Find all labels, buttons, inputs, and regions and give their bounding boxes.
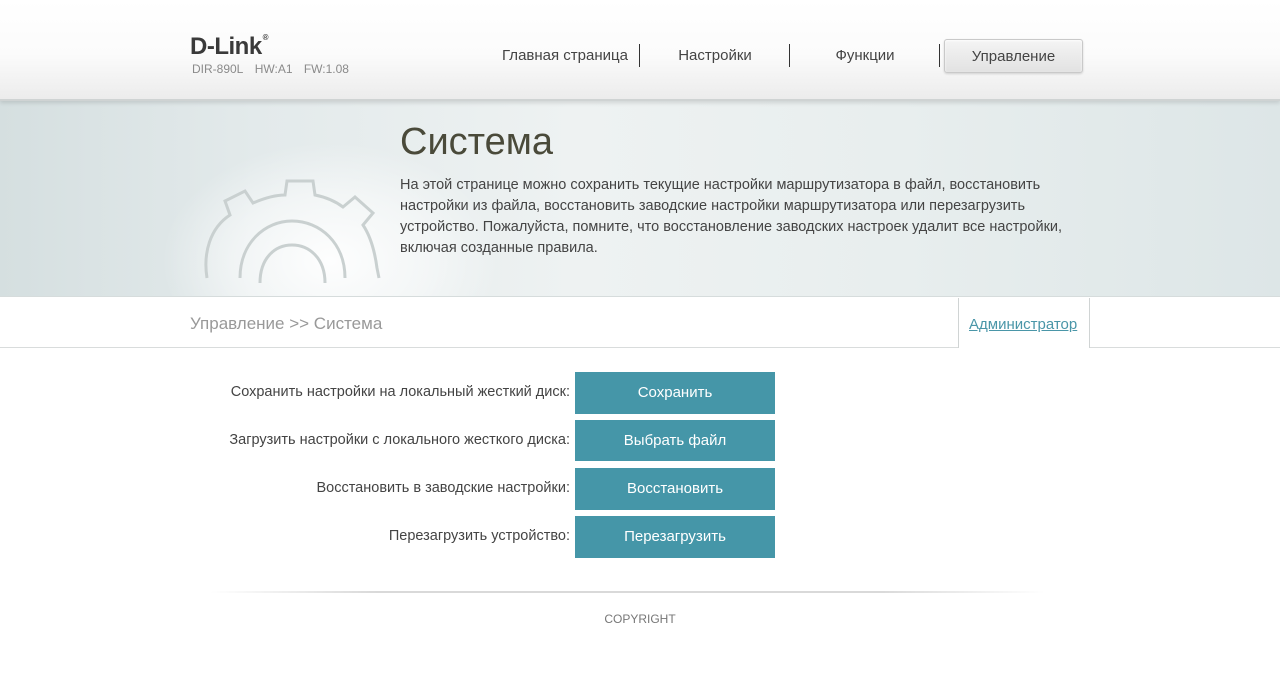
reboot-label: Перезагрузить устройство: (388, 528, 570, 544)
footer-divider (210, 591, 1045, 593)
nav-settings[interactable]: Настройки (640, 39, 790, 73)
save-button[interactable]: Сохранить (575, 372, 775, 414)
restore-defaults-row: Восстановить в заводские настройки: Восс… (0, 468, 1280, 510)
dlink-logo[interactable]: D-Link® (190, 33, 269, 61)
load-settings-row: Загрузить настройки с локального жестког… (0, 420, 1280, 461)
gear-icon (204, 179, 381, 284)
load-settings-label: Загрузить настройки с локального жестког… (229, 432, 570, 448)
choose-file-button[interactable]: Выбрать файл (575, 420, 775, 461)
breadcrumb: Управление >> Система (190, 314, 383, 333)
header: D-Link® DIR-890L HW:A1 FW:1.08 Главная с… (0, 0, 1280, 101)
admin-tab: Администратор (958, 298, 1090, 348)
nav-home[interactable]: Главная страница (490, 39, 640, 73)
logo-text: D-Link (190, 33, 262, 60)
copyright: COPYRIGHT (604, 612, 676, 626)
page-title: Система (400, 121, 554, 163)
breadcrumb-bar: Управление >> Система Администратор (0, 298, 1280, 348)
page-banner: Система На этой странице можно сохранить… (0, 101, 1280, 297)
device-info: DIR-890L HW:A1 FW:1.08 (192, 62, 357, 76)
reboot-button[interactable]: Перезагрузить (575, 516, 775, 558)
page-description: На этой странице можно сохранить текущие… (400, 177, 1063, 256)
save-settings-row: Сохранить настройки на локальный жесткий… (0, 372, 1280, 414)
hardware-version: HW:A1 (254, 62, 293, 76)
model-name: DIR-890L (192, 62, 244, 76)
restore-defaults-label: Восстановить в заводские настройки: (316, 480, 570, 496)
nav-features[interactable]: Функции (790, 39, 940, 73)
nav-separator (939, 44, 940, 67)
firmware-version: FW:1.08 (303, 62, 349, 76)
nav-management[interactable]: Управление (944, 39, 1083, 73)
admin-link[interactable]: Администратор (969, 316, 1077, 333)
logo-registered-mark: ® (262, 33, 269, 42)
save-settings-label: Сохранить настройки на локальный жесткий… (230, 384, 570, 400)
restore-button[interactable]: Восстановить (575, 468, 775, 510)
reboot-row: Перезагрузить устройство: Перезагрузить (0, 516, 1280, 558)
